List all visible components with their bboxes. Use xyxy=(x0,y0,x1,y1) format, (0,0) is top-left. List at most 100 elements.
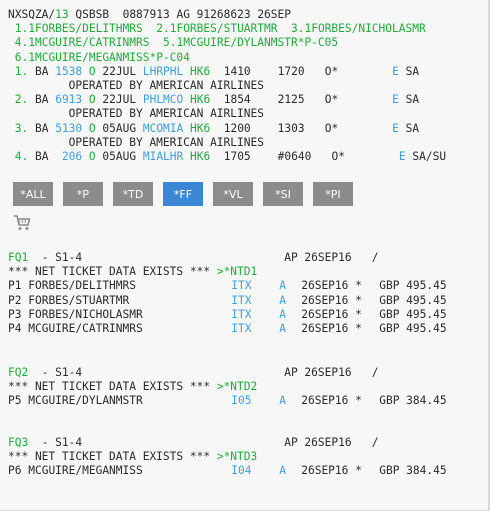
segment-class: O xyxy=(88,93,96,107)
cmd-button-p[interactable]: *P xyxy=(63,182,103,206)
pax-a-flag: A xyxy=(279,394,286,408)
pax-fare: GBP 384.45 xyxy=(379,464,447,478)
segment-flight[interactable]: 1538 xyxy=(48,65,82,78)
cmd-button-td[interactable]: *TD xyxy=(113,182,153,206)
fq-ap-date: AP 26SEP16 xyxy=(284,251,352,264)
segment-arrival: 1720 xyxy=(277,64,305,78)
segment-airline: BA xyxy=(34,121,49,135)
segment-flight[interactable]: 206 xyxy=(48,150,82,163)
name-item[interactable]: 1.1FORBES/DELITHMRS xyxy=(15,22,143,35)
fare-quote-block: FQ2 - S1-4 AP 26SEP16 /*** NET TICKET DA… xyxy=(8,366,478,409)
segment-arrival: 2125 xyxy=(277,93,305,107)
pax-date: 26SEP16 * xyxy=(301,293,362,307)
header-date: 26SEP xyxy=(257,8,291,21)
segment-flight[interactable]: 5130 xyxy=(48,122,82,135)
net-ticket-link[interactable]: >*NTD2 xyxy=(217,380,257,393)
fq-pax-row[interactable]: P3 FORBES/NICHOLASMR ITX A 26SEP16 * GBP 495… xyxy=(8,308,478,322)
fare-quote-block: FQ1 - S1-4 AP 26SEP16 /*** NET TICKET DA… xyxy=(8,251,478,336)
pax-number: P6 xyxy=(8,464,22,478)
fq-ap-date: AP 26SEP16 xyxy=(284,366,352,379)
net-ticket-link[interactable]: >*NTD3 xyxy=(217,450,257,463)
fq-pax-row[interactable]: P4 MCGUIRE/CATRINMRS ITX A 26SEP16 * GBP 495… xyxy=(8,322,478,336)
segment-airline: BA xyxy=(34,149,49,163)
fq-header: FQ3 - S1-4 AP 26SEP16 / xyxy=(8,436,478,450)
net-ticket-line: *** NET TICKET DATA EXISTS *** >*NTD1 xyxy=(8,265,478,279)
segment-date: 22JUL xyxy=(102,64,137,78)
segment-number: 3. xyxy=(14,121,29,135)
pax-date: 26SEP16 * xyxy=(301,307,362,321)
agent-code: 13 xyxy=(55,8,69,21)
segment-status: HK6 xyxy=(190,149,211,163)
fq-segments: - S1-4 xyxy=(41,251,83,264)
pax-a-flag: A xyxy=(279,279,286,293)
segment-class: O xyxy=(88,121,96,135)
fq-ap-date: AP 26SEP16 xyxy=(284,436,352,449)
pnr-display: NXSQZA/13 QSBSB 0887913 AG 91268623 26SE… xyxy=(8,8,478,164)
segment-route[interactable]: PHLMCO xyxy=(143,93,183,106)
name-item[interactable]: 2.1FORBES/STUARTMR xyxy=(156,22,277,35)
fq-slash: / xyxy=(371,366,379,379)
name-item[interactable]: 3.1FORBES/NICHOLASMR xyxy=(291,22,426,35)
segment-departure: 1410 xyxy=(223,64,251,78)
segment-route[interactable]: LHRPHL xyxy=(143,65,183,78)
cmd-button-vl[interactable]: *VL xyxy=(213,182,253,206)
record-locator[interactable]: NXSQZA xyxy=(8,8,48,21)
net-ticket-link[interactable]: >*NTD1 xyxy=(217,265,257,278)
name-item[interactable]: 5.1MCGUIRE/DYLANMSTR*P-C05 xyxy=(163,36,338,49)
segment-arrival: #0640 xyxy=(277,149,312,163)
shopping-cart-icon[interactable] xyxy=(13,214,31,232)
name-line: 6.1MCGUIRE/MEGANMISS*P-C04 xyxy=(8,51,478,65)
fq-segments: - S1-4 xyxy=(41,436,83,449)
segment-number: 2. xyxy=(14,93,29,107)
pax-date: 26SEP16 * xyxy=(301,394,362,408)
pax-fare: GBP 384.45 xyxy=(379,394,447,408)
cmd-button-pi[interactable]: *PI xyxy=(313,182,353,206)
fq-id[interactable]: FQ2 xyxy=(8,366,28,379)
segment-class: O xyxy=(88,149,96,163)
pax-a-flag: A xyxy=(279,321,286,335)
segment-flag: O* xyxy=(324,93,339,107)
pax-number: P3 xyxy=(8,307,22,321)
segment-days: SA xyxy=(405,64,420,78)
segment-e: E xyxy=(398,149,406,163)
pax-fare: GBP 495.45 xyxy=(379,307,447,321)
segment-row[interactable]: 1. BA 1538 O 22JUL LHRPHL HK6 1410 1720 … xyxy=(8,65,478,79)
segment-row[interactable]: 2. BA 6913 O 22JUL PHLMCO HK6 1854 2125 … xyxy=(8,93,478,107)
fq-pax-row[interactable]: P6 MCGUIRE/MEGANMISS I04 A 26SEP16 * GBP 384… xyxy=(8,464,478,478)
fq-id[interactable]: FQ3 xyxy=(8,436,28,449)
fq-slash: / xyxy=(371,251,379,264)
fq-id[interactable]: FQ1 xyxy=(8,251,28,264)
name-line: 4.1MCGUIRE/CATRINMRS 5.1MCGUIRE/DYLANMST… xyxy=(8,36,478,50)
segment-class: O xyxy=(88,64,96,78)
name-item[interactable]: 6.1MCGUIRE/MEGANMISS*P-C04 xyxy=(15,51,190,64)
segment-row[interactable]: 4. BA 206 O 05AUG MIALHR HK6 1705 #0640 … xyxy=(8,150,478,164)
name-item[interactable]: 4.1MCGUIRE/CATRINMRS xyxy=(15,36,150,49)
segment-route[interactable]: MIALHR xyxy=(143,150,183,163)
itinerary-segments: 1. BA 1538 O 22JUL LHRPHL HK6 1410 1720 … xyxy=(8,65,478,164)
segment-arrival: 1303 xyxy=(277,121,305,135)
segment-days: SA xyxy=(405,93,420,107)
pax-date: 26SEP16 * xyxy=(301,321,362,335)
cmd-button-si[interactable]: *SI xyxy=(263,182,303,206)
fq-pax-row[interactable]: P5 MCGUIRE/DYLANMSTR I05 A 26SEP16 * GBP 384… xyxy=(8,394,478,408)
segment-date: 22JUL xyxy=(102,93,137,107)
segment-route[interactable]: MCOMIA xyxy=(143,122,183,135)
pax-a-flag: A xyxy=(279,464,286,478)
segment-e: E xyxy=(392,93,399,107)
segment-airline: BA xyxy=(34,93,49,107)
fq-pax-row[interactable]: P1 FORBES/DELITHMRS ITX A 26SEP16 * GBP 495.… xyxy=(8,279,478,293)
pax-fare-code: ITX xyxy=(231,307,252,321)
cmd-button-all[interactable]: *ALL xyxy=(13,182,53,206)
fq-pax-row[interactable]: P2 FORBES/STUARTMR ITX A 26SEP16 * GBP 495.4… xyxy=(8,294,478,308)
fq-header: FQ1 - S1-4 AP 26SEP16 / xyxy=(8,251,478,265)
cmd-button-ff[interactable]: *FF xyxy=(163,182,203,206)
segment-number: 1. xyxy=(14,64,29,78)
pax-fare-code: I04 xyxy=(231,464,252,478)
segment-flight[interactable]: 6913 xyxy=(48,93,82,106)
segment-date: 05AUG xyxy=(102,121,137,135)
segment-status: HK6 xyxy=(190,93,211,107)
pax-fare-code: ITX xyxy=(231,321,252,335)
segment-days: SA/SU xyxy=(412,149,447,163)
segment-flag: O* xyxy=(331,149,346,163)
segment-row[interactable]: 3. BA 5130 O 05AUG MCOMIA HK6 1200 1303 … xyxy=(8,122,478,136)
